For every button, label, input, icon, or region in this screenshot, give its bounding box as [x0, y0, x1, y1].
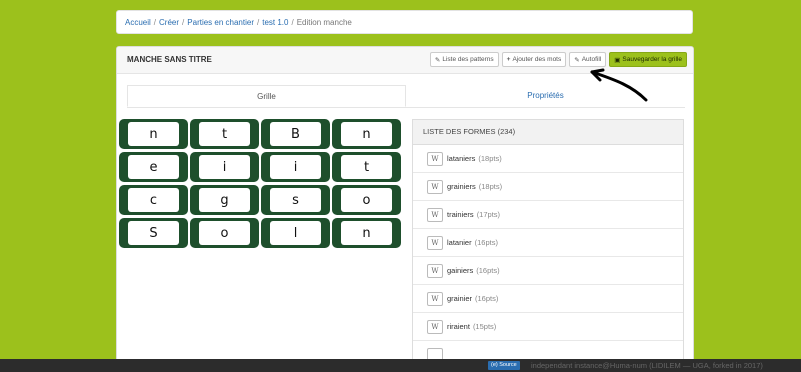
source-label: Source: [499, 362, 517, 368]
source-link[interactable]: (e) Source: [488, 361, 520, 370]
footer-note: independant instance@Huma-num (LIDILEM —…: [531, 361, 763, 370]
annotation-arrow-icon: [590, 68, 648, 102]
footer: (e) Source independant instance@Huma-num…: [0, 359, 801, 372]
